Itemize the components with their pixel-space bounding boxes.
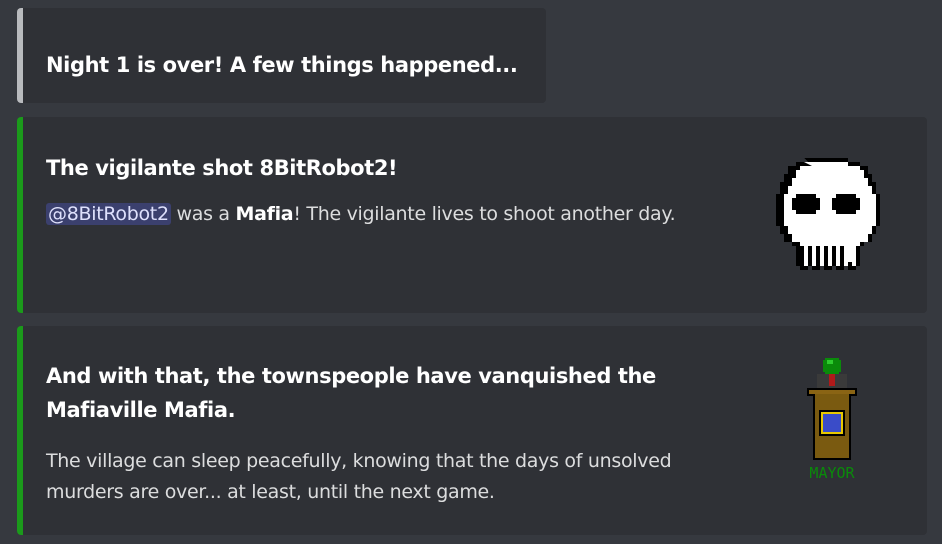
mayor-icon: MAYOR [807, 358, 857, 482]
embed-accent-bar [17, 117, 23, 313]
night-summary-embed: Night 1 is over! A few things happened..… [17, 8, 546, 103]
embed-description: The village can sleep peacefully, knowin… [46, 450, 672, 503]
desc-text: ! The vigilante lives to shoot another d… [293, 203, 676, 225]
role-name: Mafia [235, 203, 294, 225]
town-victory-embed: And with that, the townspeople have vanq… [17, 326, 927, 535]
desc-text: was a [170, 203, 236, 225]
embed-accent-bar [17, 8, 23, 103]
mayor-label: MAYOR [809, 464, 855, 482]
vigilante-shot-embed: The vigilante shot 8BitRobot2! @8BitRobo… [17, 117, 927, 313]
embed-title: And with that, the townspeople have vanq… [46, 364, 656, 422]
user-mention[interactable]: @8BitRobot2 [46, 203, 171, 225]
embed-title: Night 1 is over! A few things happened..… [46, 53, 518, 77]
embed-description: @8BitRobot2 was a Mafia! The vigilante l… [46, 199, 726, 230]
skull-icon [776, 158, 880, 270]
embed-accent-bar [17, 326, 23, 535]
embed-title: The vigilante shot 8BitRobot2! [46, 156, 398, 180]
